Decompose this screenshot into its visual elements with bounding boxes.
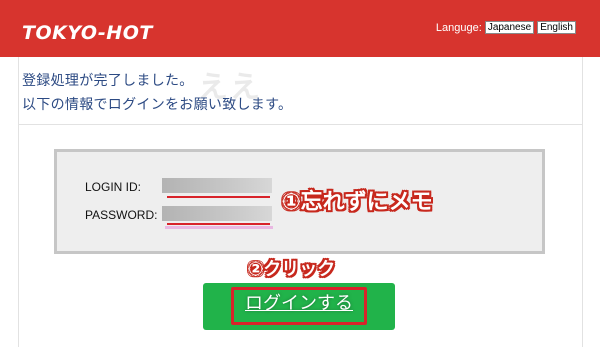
language-label: Languge:	[435, 21, 482, 34]
right-border	[582, 57, 583, 347]
login-button[interactable]: ログインする	[203, 283, 395, 330]
site-header: TOKYO-HOT Languge: Japanese English	[0, 0, 600, 57]
language-english-button[interactable]: English	[537, 21, 576, 34]
password-underline	[167, 223, 270, 225]
login-instruction: 以下の情報でログインをお願い致します。	[22, 97, 293, 113]
section-divider	[18, 124, 582, 125]
language-switcher: Languge: Japanese English	[436, 21, 576, 34]
memo-annotation: ①忘れずにメモ	[282, 190, 433, 215]
site-logo[interactable]: TOKYO-HOT	[22, 22, 153, 44]
password-masked-value	[162, 206, 272, 221]
login-id-underline	[167, 196, 270, 198]
password-underline-highlight	[165, 226, 273, 229]
completion-message: 登録処理が完了しました。	[22, 73, 194, 89]
click-annotation: ②クリック	[248, 259, 336, 280]
left-border	[18, 57, 19, 347]
login-button-label[interactable]: ログインする	[203, 289, 395, 315]
language-japanese-button[interactable]: Japanese	[484, 21, 535, 34]
login-id-label: LOGIN ID:	[85, 180, 142, 194]
password-label: PASSWORD:	[85, 208, 158, 222]
login-id-masked-value	[162, 178, 272, 193]
